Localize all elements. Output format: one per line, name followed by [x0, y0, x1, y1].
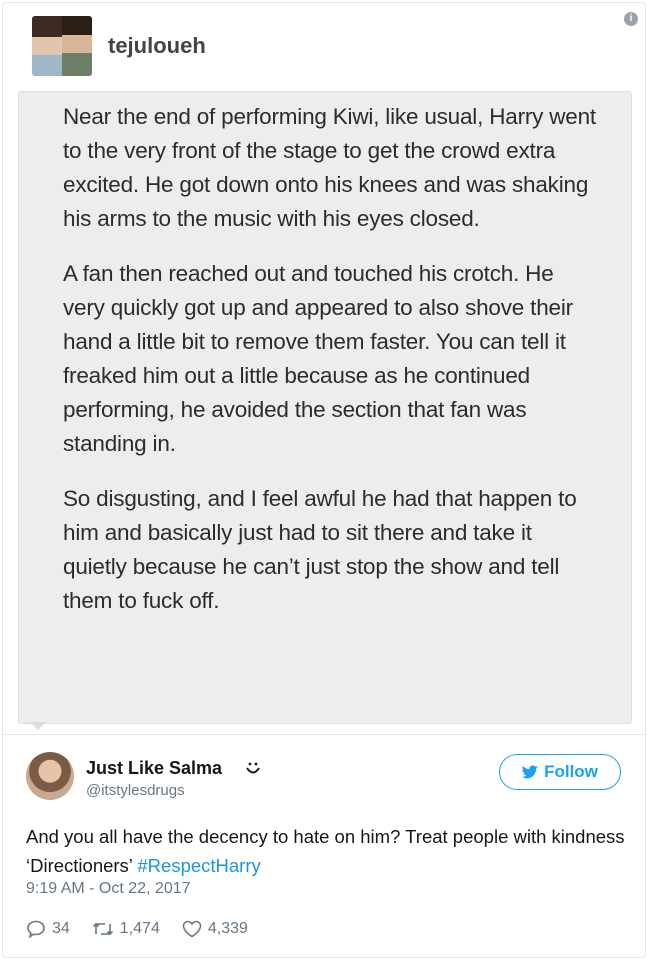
like-icon [182, 920, 202, 938]
quote-paragraph-2: A fan then reached out and touched his c… [63, 261, 573, 456]
reply-icon [27, 920, 45, 938]
tweet-avatar[interactable] [26, 752, 74, 800]
tumblr-avatar[interactable] [32, 16, 92, 76]
tweet-timestamp[interactable]: 9:19 AM - Oct 22, 2017 [26, 880, 191, 898]
quote-paragraph-3: So disgusting, and I feel awful he had t… [63, 486, 577, 613]
info-icon[interactable]: i [624, 12, 638, 26]
tweet-display-name[interactable]: Just Like Salma [86, 758, 222, 779]
follow-button-label: Follow [544, 762, 598, 781]
twitter-bird-icon [522, 765, 538, 779]
divider [2, 734, 646, 735]
follow-button[interactable]: Follow [499, 754, 621, 790]
quote-paragraph-1: Near the end of performing Kiwi, like us… [63, 104, 596, 231]
tweet-text: And you all have the decency to hate on … [26, 822, 626, 880]
quoted-text-block: Near the end of performing Kiwi, like us… [18, 91, 632, 724]
avatar-photo-right [62, 16, 92, 76]
smile-icon [246, 762, 260, 774]
tweet-text-body: And you all have the decency to hate on … [26, 826, 625, 876]
retweet-icon [92, 922, 113, 936]
tumblr-username[interactable]: tejuloueh [108, 33, 206, 59]
like-action[interactable]: 4,339 [182, 920, 248, 938]
avatar-photo-left [32, 16, 62, 76]
tumblr-post-header: tejuloueh [32, 16, 206, 76]
reply-count: 34 [52, 920, 70, 937]
tweet-actions: 34 1,474 4,339 [26, 917, 270, 941]
reply-action[interactable]: 34 [26, 920, 70, 938]
tweet-hashtag[interactable]: #RespectHarry [137, 855, 260, 876]
tweet-handle[interactable]: @itstylesdrugs [86, 782, 185, 799]
retweet-action[interactable]: 1,474 [92, 920, 160, 938]
like-count: 4,339 [207, 920, 248, 937]
retweet-count: 1,474 [119, 920, 160, 937]
quote-pointer [30, 722, 46, 730]
